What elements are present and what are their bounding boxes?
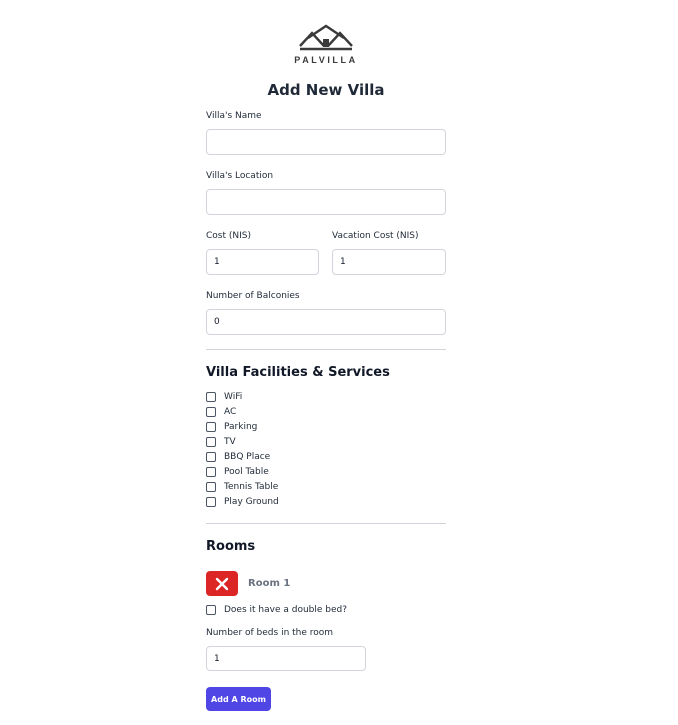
tennis-table-checkbox[interactable]: [206, 482, 216, 492]
close-icon: [215, 577, 229, 590]
parking-checkbox[interactable]: [206, 422, 216, 432]
facility-label: AC: [224, 407, 237, 417]
rooms-heading: Rooms: [206, 539, 256, 554]
facility-label: Pool Table: [224, 467, 269, 477]
facility-label: BBQ Place: [224, 452, 271, 462]
bbq-place-checkbox[interactable]: [206, 452, 216, 462]
double-bed-label: Does it have a double bed?: [224, 605, 348, 615]
facility-tv[interactable]: TV: [206, 436, 236, 448]
facilities-heading: Villa Facilities & Services: [206, 365, 390, 380]
villa-name-label: Villa's Name: [206, 111, 262, 121]
tv-checkbox[interactable]: [206, 437, 216, 447]
facility-parking[interactable]: Parking: [206, 421, 257, 433]
pool-table-checkbox[interactable]: [206, 467, 216, 477]
beds-count-label: Number of beds in the room: [206, 628, 334, 638]
facility-label: WiFi: [224, 392, 243, 402]
facility-pool-table[interactable]: Pool Table: [206, 466, 269, 478]
double-bed-option[interactable]: Does it have a double bed?: [206, 604, 347, 616]
room-title: Room 1: [248, 578, 291, 589]
double-bed-checkbox[interactable]: [206, 605, 216, 615]
add-room-button[interactable]: Add A Room: [206, 687, 271, 711]
facility-label: Tennis Table: [224, 482, 279, 492]
villa-location-input[interactable]: [206, 189, 446, 215]
vacation-cost-input[interactable]: [332, 249, 446, 275]
wifi-checkbox[interactable]: [206, 392, 216, 402]
beds-count-input[interactable]: [206, 646, 366, 671]
facility-play-ground[interactable]: Play Ground: [206, 496, 279, 508]
balconies-input[interactable]: [206, 309, 446, 335]
villa-logo-icon: [299, 24, 353, 51]
villa-location-label: Villa's Location: [206, 171, 274, 181]
brand-logo: PALVILLA: [0, 24, 652, 65]
section-divider: [206, 523, 446, 524]
remove-room-button[interactable]: [206, 571, 238, 596]
facility-label: TV: [224, 437, 236, 447]
brand-name: PALVILLA: [294, 55, 358, 65]
page-title: Add New Villa: [267, 81, 385, 99]
play-ground-checkbox[interactable]: [206, 497, 216, 507]
balconies-label: Number of Balconies: [206, 291, 300, 301]
facility-wifi[interactable]: WiFi: [206, 391, 242, 403]
cost-label: Cost (NIS): [206, 231, 251, 241]
facility-tennis-table[interactable]: Tennis Table: [206, 481, 278, 493]
facility-label: Parking: [224, 422, 258, 432]
section-divider: [206, 349, 446, 350]
facility-ac[interactable]: AC: [206, 406, 236, 418]
cost-input[interactable]: [206, 249, 319, 275]
ac-checkbox[interactable]: [206, 407, 216, 417]
vacation-cost-label: Vacation Cost (NIS): [332, 231, 419, 241]
facility-bbq-place[interactable]: BBQ Place: [206, 451, 270, 463]
villa-name-input[interactable]: [206, 129, 446, 155]
facility-label: Play Ground: [224, 497, 279, 507]
